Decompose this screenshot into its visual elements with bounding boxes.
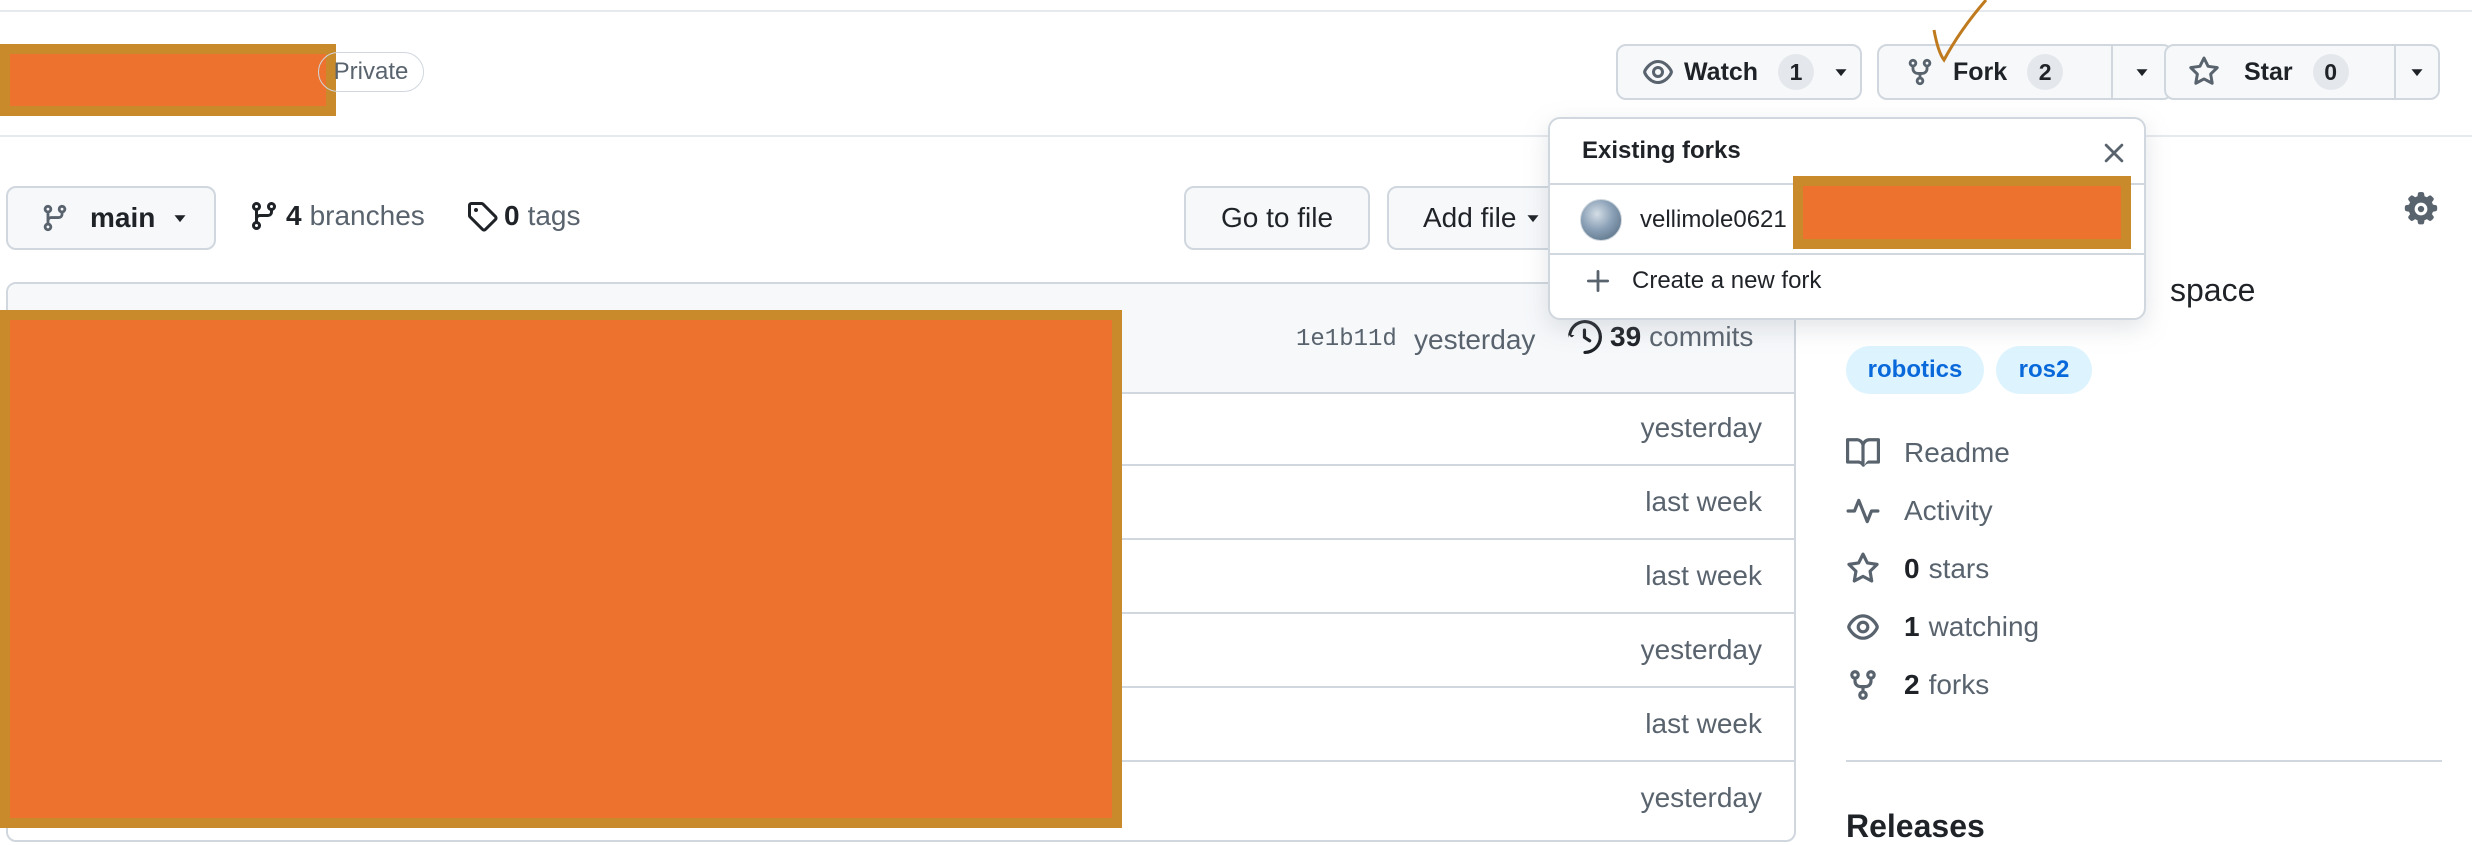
watching-label: watching	[1928, 611, 2040, 642]
watch-button[interactable]: Watch 1	[1616, 44, 1862, 100]
plus-icon	[1586, 269, 1610, 293]
go-to-file-label: Go to file	[1220, 202, 1334, 233]
commit-hash[interactable]: 1e1b11d	[1296, 326, 1397, 353]
releases-heading: Releases	[1846, 808, 1985, 844]
star-icon	[1847, 552, 1879, 583]
pulse-icon	[1846, 498, 1880, 524]
branches-count: 4	[286, 200, 302, 231]
redacted-fork-repo-name	[1793, 176, 2131, 249]
create-fork-item[interactable]: Create a new fork	[1584, 267, 1821, 295]
star-dropdown-button[interactable]	[2396, 46, 2438, 98]
commit-time: yesterday	[1414, 324, 1536, 355]
branches-link[interactable]: 4 branches	[248, 200, 425, 232]
stars-count: 0	[1904, 553, 1920, 584]
pen-annotation	[1932, 0, 1988, 63]
fork-count: 2	[2027, 54, 2064, 90]
gear-icon[interactable]	[2404, 192, 2438, 226]
chevron-down-icon	[1835, 69, 1847, 77]
file-row-time: yesterday	[1640, 634, 1762, 665]
chevron-down-icon	[174, 215, 186, 223]
popup-title: Existing forks	[1582, 137, 1741, 164]
watching-link[interactable]: 1 watching	[1846, 610, 2039, 644]
avatar	[1580, 199, 1622, 241]
watch-count: 1	[1778, 54, 1815, 90]
top-divider	[0, 10, 2472, 12]
tags-link[interactable]: 0 tags	[466, 200, 581, 232]
fork-icon	[1850, 670, 1876, 700]
tags-label: tags	[527, 200, 581, 231]
activity-link[interactable]: Activity	[1846, 494, 1993, 528]
add-file-button[interactable]: Add file	[1387, 186, 1567, 250]
go-to-file-button[interactable]: Go to file	[1184, 186, 1370, 250]
chevron-down-icon	[1527, 215, 1539, 223]
book-icon	[1846, 438, 1880, 467]
fork-dropdown-button[interactable]	[2113, 46, 2171, 98]
file-row-time: last week	[1645, 708, 1762, 739]
close-icon[interactable]	[2100, 139, 2128, 167]
redacted-repo-name	[0, 44, 336, 116]
star-button[interactable]: Star 0	[2166, 46, 2394, 98]
eye-icon	[1643, 60, 1673, 84]
branch-select-button[interactable]: main	[6, 186, 216, 250]
topic-tag[interactable]: ros2	[1996, 346, 2092, 394]
topic-tag[interactable]: robotics	[1846, 346, 1984, 394]
activity-label: Activity	[1904, 495, 1993, 526]
file-row-time: yesterday	[1640, 782, 1762, 813]
tags-count: 0	[504, 200, 520, 231]
commits-count: 39	[1610, 321, 1642, 352]
stars-label: stars	[1928, 553, 1990, 584]
file-row-time: last week	[1645, 560, 1762, 591]
star-label: Star	[2244, 57, 2293, 86]
readme-label: Readme	[1904, 437, 2010, 468]
branch-icon	[43, 204, 67, 232]
history-icon	[1568, 320, 1602, 354]
sidebar-divider	[1846, 760, 2442, 762]
add-file-label: Add file	[1423, 202, 1517, 233]
branch-name: main	[90, 202, 156, 233]
file-row-time: yesterday	[1640, 412, 1762, 443]
about-description: space	[2170, 272, 2256, 308]
visibility-badge: Private	[318, 52, 424, 92]
forks-label: forks	[1928, 669, 1990, 700]
redacted-file-names	[0, 310, 1122, 828]
stars-link[interactable]: 0 stars	[1846, 552, 1989, 586]
chevron-down-icon	[2136, 69, 2148, 77]
forks-link[interactable]: 2 forks	[1846, 668, 1989, 702]
commits-link[interactable]: 39 commits	[1568, 320, 1753, 354]
chevron-down-icon	[2411, 69, 2423, 77]
fork-owner: vellimole0621	[1640, 206, 1787, 233]
branches-label: branches	[309, 200, 425, 231]
fork-list-item[interactable]: vellimole0621	[1580, 199, 1787, 241]
branch-icon	[252, 201, 276, 231]
eye-icon	[1847, 614, 1879, 640]
create-fork-label: Create a new fork	[1632, 267, 1822, 294]
star-button-group: Star 0	[2164, 44, 2440, 100]
popup-divider	[1550, 253, 2144, 255]
forks-count: 2	[1904, 669, 1920, 700]
file-row-time: last week	[1645, 486, 1762, 517]
watching-count: 1	[1904, 611, 1920, 642]
star-count: 0	[2312, 54, 2349, 90]
tag-icon	[468, 202, 498, 232]
readme-link[interactable]: Readme	[1846, 436, 2010, 470]
star-icon	[2189, 56, 2219, 85]
commits-label: commits	[1649, 321, 1754, 352]
watch-label: Watch	[1684, 57, 1759, 86]
